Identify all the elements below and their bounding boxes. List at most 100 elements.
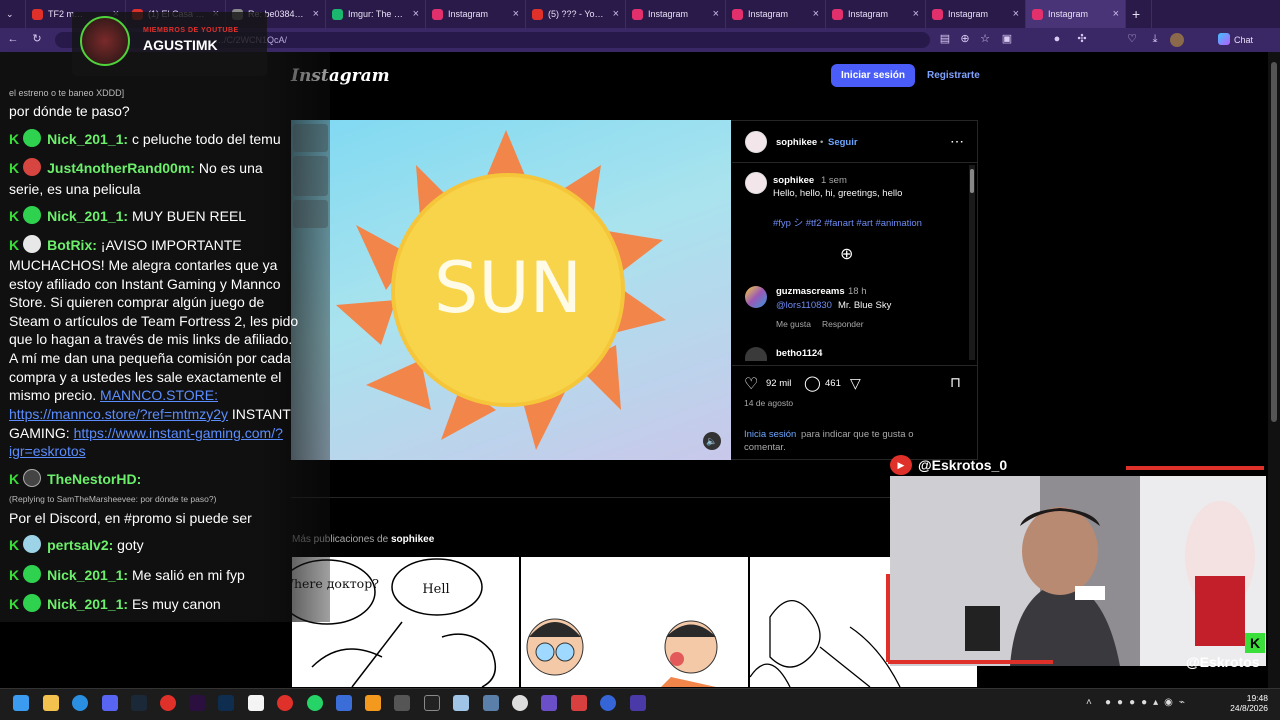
caption-avatar[interactable] <box>745 172 767 194</box>
windows-start-icon[interactable] <box>13 695 29 711</box>
chat-text: Store. Si quieren comprar algún juego de <box>9 294 265 310</box>
close-tab-icon[interactable]: × <box>713 8 719 20</box>
webcam-scene <box>890 476 1266 666</box>
load-more-comments-icon[interactable]: ⊕ <box>840 244 853 264</box>
reload-icon[interactable]: ↻ <box>30 32 44 46</box>
browser-tab[interactable]: Instagram × <box>1026 0 1126 28</box>
close-tab-icon[interactable]: × <box>513 8 519 20</box>
commenter-avatar[interactable] <box>745 286 767 308</box>
webcam-frame-accent <box>888 660 1053 664</box>
caption-user[interactable]: sophikee <box>773 175 814 186</box>
browser-tab[interactable]: Instagram × <box>726 0 826 28</box>
tab-list-chevron-icon[interactable]: ⌄ <box>0 0 26 28</box>
zoom-icon[interactable]: ⊕ <box>958 32 972 46</box>
copilot-chat-button[interactable]: Chat <box>1218 32 1253 48</box>
author-avatar[interactable] <box>745 131 767 153</box>
system-tray[interactable]: ●●●●▴◉⌁ <box>1105 697 1215 711</box>
chat-link[interactable]: https://mannco.store/?ref=mtmzy2y <box>9 406 228 422</box>
copilot-icon <box>1218 33 1230 45</box>
file-explorer-icon[interactable] <box>43 695 59 711</box>
signup-link[interactable]: Registrarte <box>927 64 980 87</box>
new-tab-button[interactable]: + <box>1126 0 1152 28</box>
app-icon[interactable] <box>394 695 410 711</box>
discord-icon[interactable] <box>102 695 118 711</box>
browser-tab[interactable]: Imgur: The magic × <box>326 0 426 28</box>
back-icon[interactable]: ← <box>6 32 20 46</box>
downloads-icon[interactable]: ⤓ <box>1148 32 1162 46</box>
comment-user[interactable]: betho1124 <box>776 348 822 359</box>
close-tab-icon[interactable]: × <box>913 8 919 20</box>
extensions-icon[interactable]: ✣ <box>1075 32 1089 46</box>
comment-icon[interactable]: ◯ <box>804 374 821 392</box>
kick-icon: K <box>9 237 20 253</box>
browser-tab[interactable]: Instagram × <box>826 0 926 28</box>
browser-tab[interactable]: Instagram × <box>426 0 526 28</box>
login-prompt-link[interactable]: Inicia sesión <box>744 429 796 440</box>
more-posts-user[interactable]: sophikee <box>391 534 434 545</box>
app-icon[interactable] <box>424 695 440 711</box>
obs-icon[interactable] <box>512 695 528 711</box>
login-button[interactable]: Iniciar sesión <box>831 64 915 87</box>
browser-tab[interactable]: Instagram × <box>926 0 1026 28</box>
comment-user[interactable]: guzmascreams <box>776 286 845 297</box>
close-tab-icon[interactable]: × <box>1013 8 1019 20</box>
like-icon[interactable]: ♡ <box>744 374 758 394</box>
chat-text: No es una <box>198 160 263 176</box>
browser-tab[interactable]: (5) ??? - YouTube × <box>526 0 626 28</box>
reader-icon[interactable]: ▤ <box>938 32 952 46</box>
comments-scrollbar[interactable] <box>969 165 975 360</box>
close-tab-icon[interactable]: × <box>613 8 619 20</box>
close-tab-icon[interactable]: × <box>313 8 319 20</box>
app-icon[interactable] <box>571 695 587 711</box>
follow-button[interactable]: Seguir <box>828 137 858 148</box>
chat-link[interactable]: https://www.instant-gaming.com/? <box>74 425 283 441</box>
app-icon[interactable] <box>483 695 499 711</box>
chat-username: Nick_201_1: <box>47 596 129 612</box>
close-tab-icon[interactable]: × <box>413 8 419 20</box>
share-icon[interactable]: ▽ <box>850 375 861 392</box>
photoshop-icon[interactable] <box>218 695 234 711</box>
extension-icon[interactable]: ● <box>1050 32 1064 46</box>
save-icon[interactable]: ⊓ <box>950 374 961 391</box>
more-options-icon[interactable]: ⋯ <box>950 133 964 150</box>
hashtags[interactable]: #fyp シ #tf2 #fanart #art #animation <box>773 215 922 229</box>
comment-like-button[interactable]: Me gusta <box>776 319 811 329</box>
reel-video[interactable]: SUN <box>291 120 731 460</box>
page-scrollbar[interactable] <box>1268 52 1280 688</box>
app-icon[interactable] <box>365 695 381 711</box>
comment-mention[interactable]: @lors110830 <box>776 300 832 311</box>
chat-link[interactable]: MANNCO.STORE: <box>100 387 218 403</box>
capcut-icon[interactable] <box>248 695 264 711</box>
favorite-icon[interactable]: ☆ <box>978 32 992 46</box>
browser-tab[interactable]: Instagram × <box>626 0 726 28</box>
chat-text: MUY BUEN REEL <box>131 208 247 224</box>
cartoon-thumbnail <box>526 618 718 687</box>
chat-link[interactable]: igr=eskrotos <box>9 443 86 459</box>
youtube-app-icon[interactable] <box>277 695 293 711</box>
close-tab-icon[interactable]: × <box>1113 8 1119 20</box>
collections-icon[interactable]: ♡ <box>1125 32 1139 46</box>
tab-favicon-icon <box>932 8 943 20</box>
whatsapp-icon[interactable] <box>307 695 323 711</box>
comment-reply-button[interactable]: Responder <box>822 319 864 329</box>
app-icon[interactable] <box>336 695 352 711</box>
post-thumbnail[interactable] <box>521 557 748 687</box>
app-icon[interactable] <box>630 695 646 711</box>
overlay-tab <box>293 200 328 228</box>
app-icon[interactable] <box>541 695 557 711</box>
chat-line: por dónde te paso? <box>9 103 130 119</box>
edge-icon[interactable] <box>72 695 88 711</box>
extension-icon[interactable]: ▣ <box>1000 32 1014 46</box>
premiere-icon[interactable] <box>189 695 205 711</box>
steam-icon[interactable] <box>131 695 147 711</box>
profile-avatar[interactable] <box>1170 33 1184 47</box>
app-icon[interactable] <box>453 695 469 711</box>
author-name[interactable]: sophikee <box>776 137 817 148</box>
app-icon[interactable] <box>600 695 616 711</box>
close-tab-icon[interactable]: × <box>813 8 819 20</box>
app-icon[interactable] <box>160 695 176 711</box>
tray-chevron-icon[interactable]: ˄ <box>1086 697 1092 708</box>
mute-icon[interactable]: 🔈 <box>703 432 721 450</box>
kick-logo-icon: K <box>1245 633 1265 653</box>
clock[interactable]: 19:48 24/8/2026 <box>1228 693 1268 713</box>
